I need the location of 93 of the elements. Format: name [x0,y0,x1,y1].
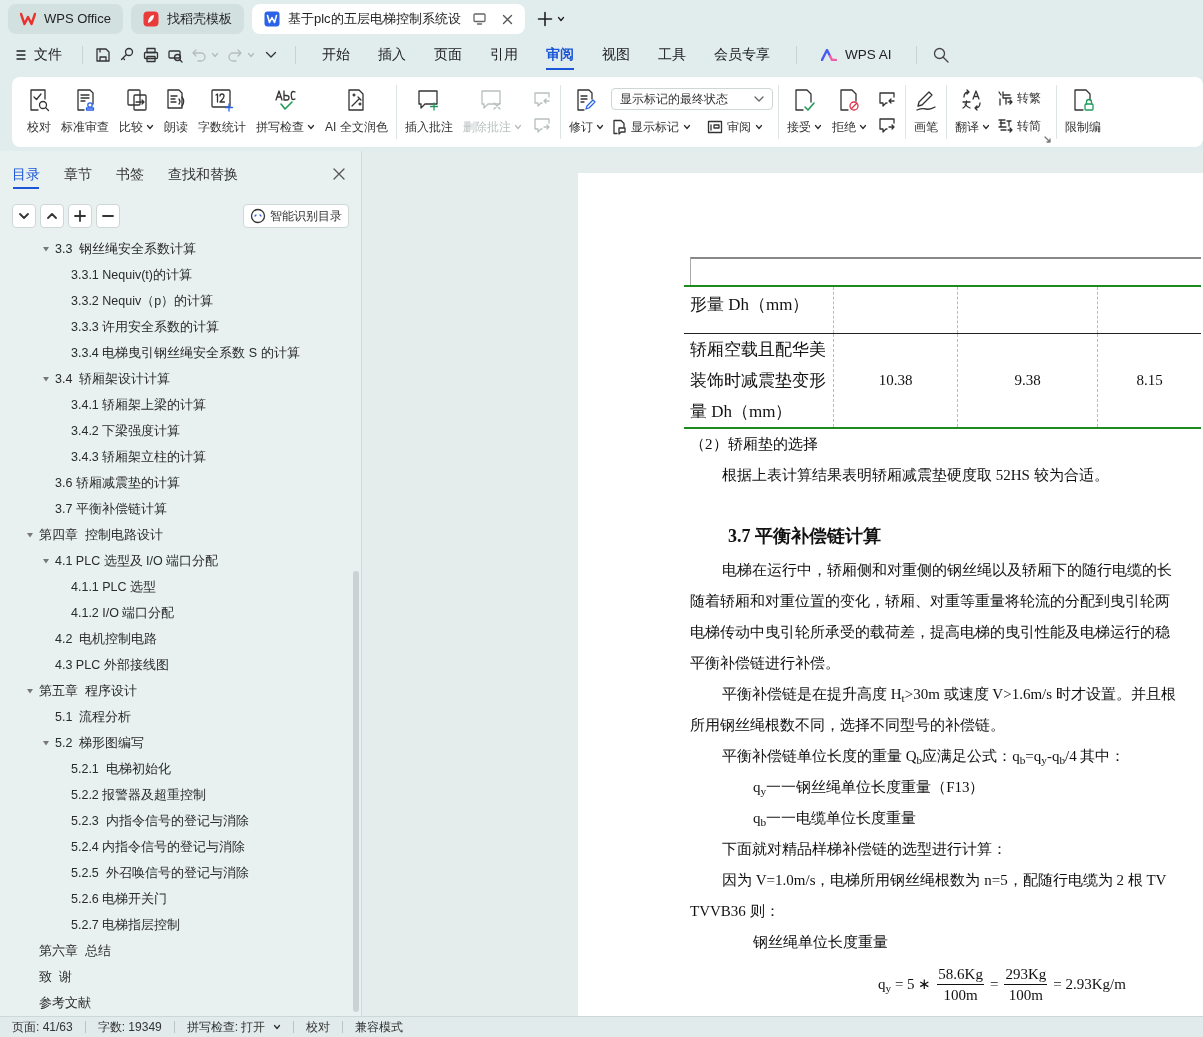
panel-tab[interactable]: 查找和替换 [168,159,238,190]
ribbon-button[interactable]: 标准审查 [58,81,112,143]
paragraph-line: 平衡补偿链是在提升高度 H$_{t}$>30m 或速度 V>1.6m/s 时才设置。并且根 [721,685,1177,706]
panel-tab[interactable]: 章节 [64,159,92,190]
ribbon-button[interactable]: 画笔 [910,81,941,143]
ribbon-button[interactable]: 比较 [116,81,157,143]
status-item[interactable]: 页面: 41/63 [12,1018,73,1036]
toc-item[interactable]: 3.7 平衡补偿链计算 [55,499,167,519]
wps-ai-button[interactable]: WPS AI [809,44,904,66]
toc-item[interactable]: 3.6 轿厢减震垫的计算 [55,473,180,493]
status-item[interactable]: 字数: 19349 [97,1018,162,1036]
ribbon-button[interactable]: 转简 [996,117,1041,135]
ribbon-button[interactable]: AI 全文润色 [322,81,391,143]
status-item[interactable]: 兼容模式 [355,1018,404,1036]
toc-item[interactable]: 第六章 总结 [39,941,111,961]
paragraph-line: TVVB36 则： [690,902,781,921]
paragraph-line: q$_{b}$一一电缆单位长度重量 [752,809,918,830]
toc-item[interactable]: 5.1 流程分析 [55,707,132,727]
ribbon-tab[interactable]: 会员专享 [700,40,784,70]
toc-item[interactable]: 5.2.2 报警器及超重控制 [71,785,207,805]
ribbon-button[interactable]: 转繁 [996,89,1041,107]
ribbon-button[interactable]: 插入批注 [401,81,456,143]
ribbon-button[interactable]: 显示标记 [610,118,691,136]
table-cell: 轿厢空载且配华美装饰时减震垫变形量 Dh（mm） [684,334,834,427]
toc-item[interactable]: 3.3.4 电梯曳引钢丝绳安全系数 S 的计算 [71,343,300,363]
ribbon-tab[interactable]: 引用 [476,40,532,70]
toc-item[interactable]: 5.2.4 内指令信号的登记与消除 [71,837,246,857]
toc-item[interactable]: 第五章 程序设计 [39,681,137,701]
toc-item[interactable]: 5.2.5 外召唤信号的登记与消除 [71,863,249,883]
toc-item[interactable]: 4.1 PLC 选型及 I/O 端口分配 [55,551,219,571]
toc-item[interactable]: 3.4.1 轿厢架上梁的计算 [71,395,207,415]
status-item[interactable]: 拼写检查: 打开 [186,1018,282,1036]
toc-item[interactable]: 3.4.2 下梁强度计算 [71,421,181,441]
ribbon-button[interactable]: 朗读 [161,81,191,143]
toc-item[interactable]: 3.4 轿厢架设计计算 [55,369,171,389]
ribbon-tab[interactable]: 页面 [420,40,476,70]
ribbon-tab[interactable]: 插入 [364,40,420,70]
ribbon-button[interactable]: 字数统计 [195,81,249,143]
panel-tab[interactable]: 目录 [12,159,40,190]
toc-item[interactable]: 5.2 梯形图编写 [55,733,145,753]
ribbon-tab[interactable]: 审阅 [532,40,588,70]
table-cell: 形量 Dh（mm） [684,287,834,333]
toc-item[interactable]: 3.3.2 Nequiv（p）的计算 [71,291,214,311]
paragraph-line: 随着轿厢和对重位置的变化，轿厢、对重等重量将轮流的分配到曳引轮两 [690,592,1171,611]
display-mode-dropdown[interactable]: 显示标记的最终状态 [610,88,773,110]
file-menu-button[interactable]: 文件 [16,44,74,66]
smart-toc-button[interactable]: 智能识别目录 [243,204,349,229]
toc-item[interactable]: 5.2.7 电梯指层控制 [71,915,181,935]
paragraph-line: q$_{y}$一一钢丝绳单位长度重量（F13） [752,778,986,799]
browser-tab[interactable]: 基于plc的五层电梯控制系统设 [251,4,525,34]
paragraph-line: 所用钢丝绳根数不同，选择不同型号的补偿链。 [690,716,1006,735]
toc-item[interactable]: 参考文献 [39,993,91,1013]
table-cell: 9.38 [958,334,1098,427]
section-heading: 3.7 平衡补偿链计算 [727,525,882,548]
panel-tab[interactable]: 书签 [116,159,144,190]
toc-item[interactable]: 5.2.3 内指令信号的登记与消除 [71,811,249,831]
table-cell: 10.38 [834,334,958,427]
toc-item[interactable]: 3.3 钢丝绳安全系数计算 [55,239,197,259]
ribbon-button[interactable]: 翻译 [951,81,993,143]
ribbon-button[interactable]: 拒绝 [828,81,870,143]
toc-item[interactable]: 5.2.1 电梯初始化 [71,759,171,779]
ribbon-button[interactable]: 修订 [565,81,607,143]
ribbon-tab[interactable]: 视图 [588,40,644,70]
toc-item[interactable]: 3.4.3 轿厢架立柱的计算 [71,447,207,467]
toc-item[interactable]: 4.2 电机控制电路 [55,629,158,649]
paragraph-line: 下面就对精品样梯补偿链的选型进行计算： [721,840,1008,859]
paragraph-line: 根据上表计算结果表明轿厢减震垫硬度取 52HS 较为合适。 [721,466,1110,485]
ribbon-button[interactable]: 限制编 [1061,81,1104,143]
paragraph-line: 平衡补偿链单位长度的重量 Q$_{b}$应满足公式：q$_{b}$=q$_{y}$-q$_{b}$/4 其中： [721,747,1127,768]
toc-item[interactable]: 致 谢 [39,967,72,987]
ribbon-button[interactable]: 拼写检查 [253,81,318,143]
paragraph-line: 电梯传动中曳引轮所承受的载荷差，提高电梯的曳引性能及电梯运行的稳 [690,623,1171,642]
toc-item[interactable]: 3.3.1 Nequiv(t)的计算 [71,265,192,285]
table-cell-text: 8.15 [1135,371,1164,391]
status-item[interactable]: 校对 [306,1018,331,1036]
browser-tab[interactable]: 找稻壳模板 [130,4,244,34]
toc-item[interactable]: 4.1.2 I/O 端口分配 [71,603,175,623]
ribbon-button[interactable]: 校对 [24,81,54,143]
paragraph-line: （2）轿厢垫的选择 [690,435,819,454]
paragraph-line: 钢丝绳单位长度重量 [752,933,889,952]
toc-item[interactable]: 4.3 PLC 外部接线图 [55,655,169,675]
toc-item[interactable]: 5.2.6 电梯开关门 [71,889,168,909]
paragraph-line: 平衡补偿链进行补偿。 [690,654,841,673]
toc-item[interactable]: 3.3.3 许用安全系数的计算 [71,317,220,337]
paragraph-line: 因为 V=1.0m/s，电梯所用钢丝绳根数为 n=5，配随行电缆为 2 根 TV [721,871,1168,890]
ribbon-tab[interactable]: 工具 [644,40,700,70]
toc-item[interactable]: 第四章 控制电路设计 [39,525,163,545]
browser-tab[interactable]: WPS Office [8,4,123,34]
toc-item[interactable]: 4.1.1 PLC 选型 [71,577,157,597]
ribbon-button[interactable]: 审阅 [706,118,763,136]
ribbon-button[interactable]: 接受 [783,81,825,143]
ribbon-tab[interactable]: 开始 [308,40,364,70]
paragraph-line: 电梯在运行中，轿厢侧和对重侧的钢丝绳以及轿厢下的随行电缆的长 [721,561,1173,580]
